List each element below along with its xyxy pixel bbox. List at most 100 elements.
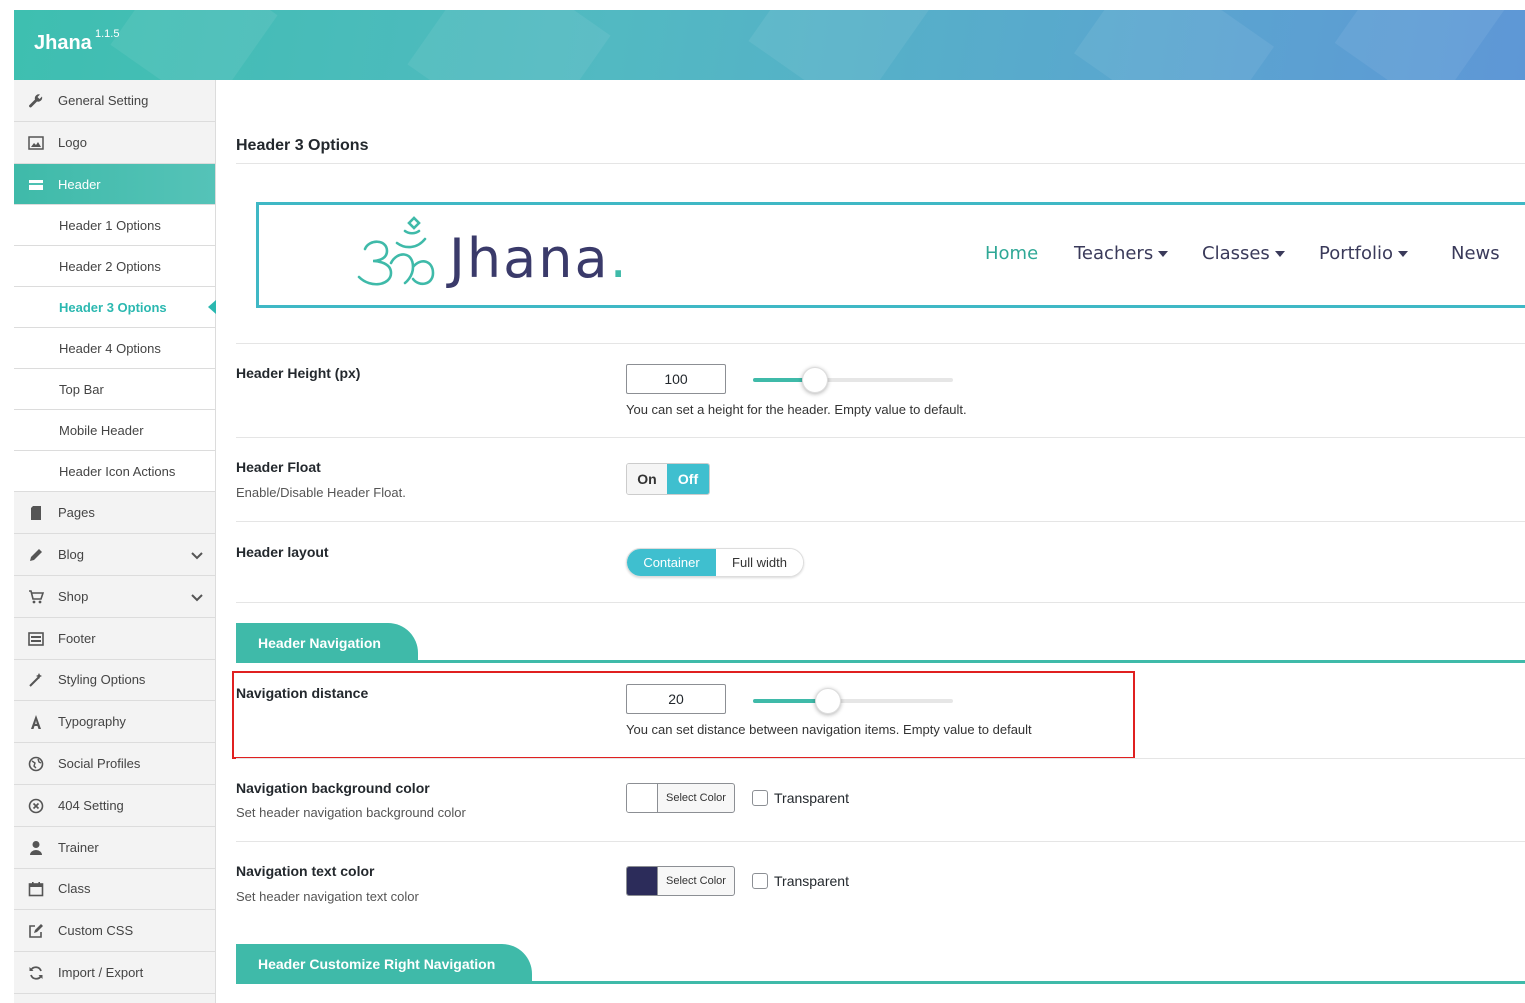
nav-bg-color-desc: Set header navigation background color <box>236 805 466 820</box>
wand-icon <box>28 672 44 688</box>
header-float-label: Header Float <box>236 459 321 475</box>
sidebar-item-import-export[interactable]: Import / Export <box>14 952 215 994</box>
preview-nav-classes: Classes <box>1202 243 1285 264</box>
preview-nav-home: Home <box>985 243 1039 264</box>
sidebar-item-label: Header 4 Options <box>59 340 161 356</box>
sidebar: General Setting Logo Header Header 1 Opt… <box>14 80 216 1003</box>
nav-bg-transparent-label[interactable]: Transparent <box>774 790 849 806</box>
section-header-customize-right-navigation: Header Customize Right Navigation <box>236 944 532 984</box>
header-height-label: Header Height (px) <box>236 365 361 381</box>
sidebar-item-social-profiles[interactable]: Social Profiles <box>14 743 215 785</box>
sidebar-item-header[interactable]: Header <box>14 164 215 205</box>
sidebar-item-general-setting[interactable]: General Setting <box>14 80 215 122</box>
sidebar-item-footer[interactable]: Footer <box>14 618 215 660</box>
sidebar-item-logo[interactable]: Logo <box>14 122 215 164</box>
cart-icon <box>28 589 44 605</box>
nav-text-color-button[interactable]: Select Color <box>626 866 735 896</box>
preview-logo-text: Jhana. <box>449 227 629 290</box>
layout-container-option[interactable]: Container <box>627 549 716 576</box>
sidebar-item-styling-options[interactable]: Styling Options <box>14 659 215 701</box>
preview-logo-dot: . <box>609 227 629 290</box>
section-underline <box>236 660 1525 663</box>
divider <box>236 521 1525 522</box>
chevron-down-icon <box>191 590 203 605</box>
sidebar-item-pages[interactable]: Pages <box>14 492 215 534</box>
sidebar-item-custom-css[interactable]: Custom CSS <box>14 910 215 952</box>
sidebar-item-class[interactable]: Class <box>14 868 215 910</box>
sidebar-item-label: Header 1 Options <box>59 217 161 233</box>
preview-nav-news: News <box>1451 243 1500 264</box>
sidebar-item-header-3-options[interactable]: Header 3 Options <box>14 287 216 328</box>
active-indicator-icon <box>208 300 216 314</box>
sidebar-item-label: Header <box>58 176 101 192</box>
sidebar-item-trainer[interactable]: Trainer <box>14 827 215 869</box>
divider <box>236 343 1525 344</box>
calendar-icon <box>28 881 44 897</box>
nav-text-color-label: Navigation text color <box>236 863 375 879</box>
nav-text-transparent-label[interactable]: Transparent <box>774 873 849 889</box>
sidebar-item-shop[interactable]: Shop <box>14 576 215 618</box>
toggle-on-button[interactable]: On <box>627 464 667 494</box>
sidebar-item-top-bar[interactable]: Top Bar <box>14 369 215 410</box>
sidebar-item-label: Footer <box>58 631 96 646</box>
sidebar-item-label: Blog <box>58 547 85 562</box>
color-swatch <box>627 784 658 812</box>
sidebar-item-label: Header 3 Options <box>59 299 167 315</box>
divider <box>236 602 1525 603</box>
circle-x-icon <box>28 798 44 814</box>
divider <box>236 841 1525 842</box>
sidebar-item-header-2-options[interactable]: Header 2 Options <box>14 246 215 287</box>
caret-down-icon <box>1158 251 1169 257</box>
page-title: Header 3 Options <box>236 137 369 154</box>
section-underline <box>236 981 1525 984</box>
sidebar-item-404-setting[interactable]: 404 Setting <box>14 785 215 827</box>
header-height-help: You can set a height for the header. Emp… <box>626 402 967 417</box>
toggle-off-button[interactable]: Off <box>667 464 709 494</box>
sidebar-item-label: Header Icon Actions <box>59 463 176 479</box>
sidebar-item-label: Header 2 Options <box>59 258 161 274</box>
user-icon <box>28 840 44 856</box>
sidebar-item-header-1-options[interactable]: Header 1 Options <box>14 205 215 246</box>
wrench-icon <box>28 93 44 109</box>
main-content: Header 3 Options Jhana. Home Teachers Cl… <box>216 80 1525 1003</box>
sidebar-item-label: Styling Options <box>58 672 146 687</box>
sidebar-item-typography[interactable]: Typography <box>14 701 215 743</box>
sidebar-item-header-4-options[interactable]: Header 4 Options <box>14 328 215 369</box>
edit-icon <box>28 923 44 939</box>
sidebar-item-label: Shop <box>58 589 89 604</box>
color-swatch <box>627 867 658 895</box>
preview-nav-label: Portfolio <box>1319 243 1394 264</box>
sidebar-item-label: Class <box>58 881 91 896</box>
nav-text-color-desc: Set header navigation text color <box>236 889 419 904</box>
select-color-label: Select Color <box>666 875 726 887</box>
top-banner: Jhana 1.1.5 <box>14 10 1525 80</box>
slider-handle[interactable] <box>802 367 828 393</box>
sidebar-item-label: Pages <box>58 505 95 520</box>
typography-icon <box>28 714 44 730</box>
sidebar-item-blog[interactable]: Blog <box>14 534 215 576</box>
header-float-toggle: On Off <box>626 463 710 495</box>
layout-full-width-option[interactable]: Full width <box>716 549 803 576</box>
sidebar-item-label: Logo <box>58 135 87 150</box>
brand-name: Jhana <box>34 32 92 54</box>
divider <box>236 437 1525 438</box>
header-height-input[interactable]: 100 <box>626 364 726 394</box>
card-icon <box>28 177 44 193</box>
sidebar-item-label: Import / Export <box>58 965 144 980</box>
header-layout-label: Header layout <box>236 544 329 560</box>
sidebar-item-header-icon-actions[interactable]: Header Icon Actions <box>14 451 215 492</box>
nav-text-transparent-checkbox[interactable] <box>752 873 768 889</box>
header-preview: Jhana. Home Teachers Classes Portfolio N… <box>256 202 1525 308</box>
sidebar-item-label: General Setting <box>58 93 149 108</box>
app: Jhana 1.1.5 General Setting Logo Header … <box>0 0 1525 1003</box>
refresh-icon <box>28 965 44 981</box>
nav-bg-transparent-checkbox[interactable] <box>752 790 768 806</box>
sidebar-item-mobile-header[interactable]: Mobile Header <box>14 410 215 451</box>
caret-down-icon <box>1398 251 1409 257</box>
header-height-slider[interactable] <box>753 367 953 393</box>
select-color-label: Select Color <box>666 792 726 804</box>
nav-bg-color-button[interactable]: Select Color <box>626 783 735 813</box>
pencil-icon <box>28 547 44 563</box>
highlight-box <box>232 671 1135 759</box>
divider <box>236 163 1525 164</box>
